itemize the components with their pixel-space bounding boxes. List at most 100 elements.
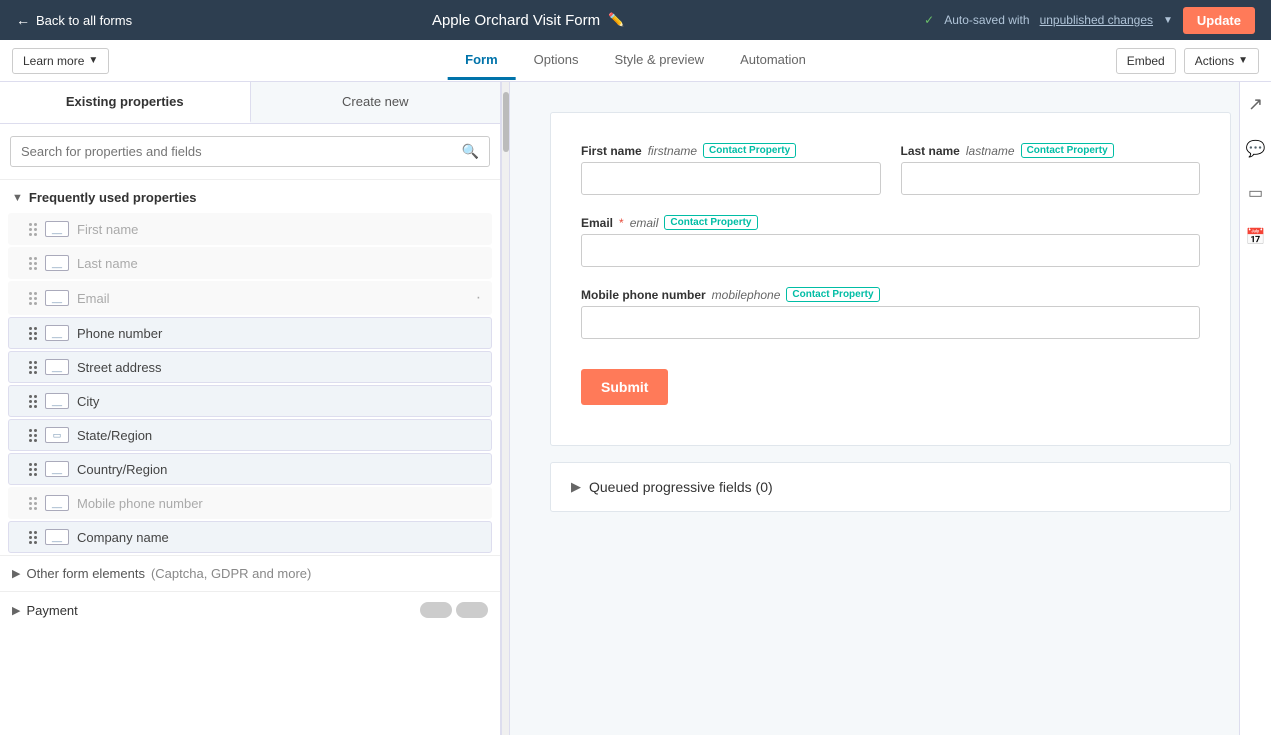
field-type-icon: ▭ — [45, 427, 69, 443]
property-label: Country/Region — [77, 462, 167, 477]
field-label-firstname: First name firstname Contact Property — [581, 143, 881, 158]
list-item[interactable]: __ Country/Region — [8, 453, 492, 485]
list-item[interactable]: __ Mobile phone number — [8, 487, 492, 519]
actions-chevron-icon: ▼ — [1238, 55, 1248, 66]
panel-content: ▼ Frequently used properties __ First na… — [0, 180, 500, 735]
learn-more-button[interactable]: Learn more ▼ — [12, 48, 109, 74]
left-panel-scrollbar[interactable] — [501, 82, 509, 735]
actions-button[interactable]: Actions ▼ — [1184, 48, 1259, 74]
field-name-mobile: Mobile phone number — [581, 288, 706, 302]
contact-property-badge-email: Contact Property — [664, 215, 757, 230]
drag-handle-icon — [29, 429, 37, 442]
form-field-mobile: Mobile phone number mobilephone Contact … — [581, 287, 1200, 339]
form-row-mobile: Mobile phone number mobilephone Contact … — [581, 287, 1200, 339]
submit-button[interactable]: Submit — [581, 369, 668, 405]
field-type-icon: __ — [45, 359, 69, 375]
input-firstname[interactable] — [581, 162, 881, 195]
field-type-icon: __ — [45, 393, 69, 409]
existing-properties-label: Existing properties — [66, 94, 184, 109]
form-row-name: First name firstname Contact Property La… — [581, 143, 1200, 195]
sub-nav: Learn more ▼ Form Options Style & previe… — [0, 40, 1271, 82]
search-area: 🔍 — [0, 124, 500, 180]
autosave-check-icon: ✓ — [924, 13, 934, 27]
payment-label: Payment — [26, 603, 77, 618]
drag-handle-icon — [29, 257, 37, 270]
toggle-track2 — [456, 602, 488, 618]
property-label: Phone number — [77, 326, 162, 341]
actions-label: Actions — [1195, 54, 1234, 68]
input-lastname[interactable] — [901, 162, 1201, 195]
property-label: Mobile phone number — [77, 496, 203, 511]
form-row-email: Email * email Contact Property — [581, 215, 1200, 267]
list-item[interactable]: __ Street address — [8, 351, 492, 383]
learn-more-label: Learn more — [23, 54, 84, 68]
existing-properties-tab[interactable]: Existing properties — [0, 82, 251, 123]
drag-handle-icon — [29, 223, 37, 236]
property-label: City — [77, 394, 99, 409]
create-new-tab[interactable]: Create new — [251, 82, 501, 123]
property-label: First name — [77, 222, 138, 237]
main-layout: Existing properties Create new 🔍 ▼ Frequ — [0, 82, 1271, 735]
other-elements-section[interactable]: ▶ Other form elements (Captcha, GDPR and… — [0, 555, 500, 591]
payment-section[interactable]: ▶ Payment — [0, 591, 500, 628]
list-item[interactable]: __ City — [8, 385, 492, 417]
unpublished-link[interactable]: unpublished changes — [1040, 13, 1153, 27]
dropdown-arrow-icon[interactable]: ▼ — [1163, 15, 1173, 26]
drag-handle-icon — [29, 463, 37, 476]
field-name-email: Email — [581, 216, 613, 230]
drag-handle-icon — [29, 395, 37, 408]
calendar-icon[interactable]: 📅 — [1242, 223, 1270, 251]
field-type-icon: __ — [45, 325, 69, 341]
drag-handle-icon — [29, 531, 37, 544]
tab-options[interactable]: Options — [516, 42, 597, 80]
contact-property-badge-firstname: Contact Property — [703, 143, 796, 158]
sub-nav-tabs: Form Options Style & preview Automation — [447, 42, 824, 80]
frequently-used-header[interactable]: ▼ Frequently used properties — [0, 180, 500, 211]
list-item[interactable]: __ Phone number — [8, 317, 492, 349]
cursor-icon: ↗ — [1244, 90, 1267, 119]
field-api-lastname: lastname — [966, 144, 1015, 158]
edit-icon[interactable]: ✏️ — [608, 12, 624, 28]
list-item[interactable]: __ Last name — [8, 247, 492, 279]
learn-more-chevron-icon: ▼ — [88, 55, 98, 66]
queued-header[interactable]: ▶ Queued progressive fields (0) — [571, 479, 1210, 495]
search-input[interactable] — [21, 144, 454, 159]
field-label-lastname: Last name lastname Contact Property — [901, 143, 1201, 158]
tab-style-preview[interactable]: Style & preview — [596, 42, 722, 80]
search-box: 🔍 — [10, 136, 490, 167]
right-toolbar: ↗ 💬 ▭ 📅 — [1239, 82, 1271, 735]
input-email[interactable] — [581, 234, 1200, 267]
tab-form[interactable]: Form — [447, 42, 516, 80]
frequently-used-label: Frequently used properties — [29, 190, 197, 205]
field-type-icon: __ — [45, 495, 69, 511]
comment-icon[interactable]: 💬 — [1242, 135, 1270, 163]
form-field-email: Email * email Contact Property — [581, 215, 1200, 267]
tab-automation[interactable]: Automation — [722, 42, 824, 80]
list-item[interactable]: __ Email · — [8, 281, 492, 315]
search-icon[interactable]: 🔍 — [462, 143, 479, 160]
form-title-area: Apple Orchard Visit Form ✏️ — [432, 12, 624, 29]
field-label-email: Email * email Contact Property — [581, 215, 1200, 230]
create-new-label: Create new — [342, 94, 408, 109]
list-item[interactable]: ▭ State/Region — [8, 419, 492, 451]
list-item[interactable]: __ Company name — [8, 521, 492, 553]
layout-icon[interactable]: ▭ — [1244, 179, 1267, 207]
embed-button[interactable]: Embed — [1116, 48, 1176, 74]
property-label: Last name — [77, 256, 138, 271]
field-name-lastname: Last name — [901, 144, 960, 158]
field-api-email: email — [630, 216, 659, 230]
scrollbar-thumb — [503, 92, 509, 152]
section-chevron-icon: ▼ — [12, 192, 23, 204]
queued-label: Queued progressive fields (0) — [589, 479, 773, 495]
other-elements-chevron-icon: ▶ — [12, 567, 20, 580]
top-bar: ← Back to all forms Apple Orchard Visit … — [0, 0, 1271, 40]
update-button[interactable]: Update — [1183, 7, 1255, 34]
payment-toggle[interactable] — [420, 602, 488, 618]
list-item[interactable]: __ First name — [8, 213, 492, 245]
back-link[interactable]: ← Back to all forms — [16, 12, 132, 28]
other-elements-label: Other form elements — [26, 566, 145, 581]
drag-handle-icon — [29, 497, 37, 510]
form-title: Apple Orchard Visit Form — [432, 12, 600, 29]
form-field-firstname: First name firstname Contact Property — [581, 143, 881, 195]
input-mobile[interactable] — [581, 306, 1200, 339]
